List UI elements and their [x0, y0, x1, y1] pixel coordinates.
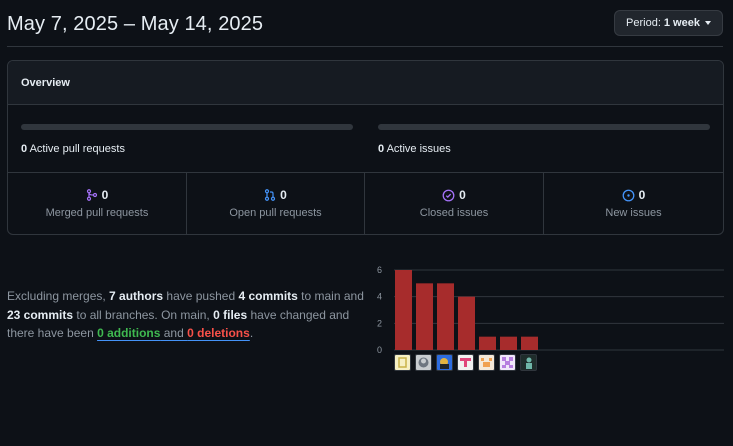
y-tick-label: 2 [377, 318, 382, 328]
files-count: 0 files [213, 307, 248, 322]
active-issues-link[interactable]: 0 Active issues [378, 143, 451, 155]
date-range-title: May 7, 2025 – May 14, 2025 [7, 13, 264, 35]
commit-bar[interactable] [395, 270, 412, 350]
author-avatar[interactable] [457, 354, 474, 371]
author-avatar[interactable] [478, 354, 495, 371]
commit-bar[interactable] [437, 283, 454, 350]
commit-bar[interactable] [479, 336, 496, 350]
author-avatar[interactable] [415, 354, 432, 371]
commits-bar-chart: 0 2 4 6 [377, 265, 724, 354]
stat-new-issues[interactable]: 0 New issues [544, 173, 723, 234]
active-summary: 0 Active pull requests 0 Active issues [8, 105, 723, 173]
merge-icon [86, 189, 98, 201]
pulse-page: May 7, 2025 – May 14, 2025 Period: 1 wee… [0, 0, 733, 446]
closed-issue-icon [442, 189, 455, 202]
author-avatar[interactable] [394, 354, 411, 371]
commit-bar[interactable] [416, 283, 433, 350]
commit-bar[interactable] [500, 336, 517, 350]
stat-open-pull-requests[interactable]: 0 Open pull requests [187, 173, 365, 234]
commit-summary: Excluding merges, 7 authors have pushed … [7, 289, 364, 340]
chevron-down-icon [704, 21, 711, 25]
commits-main-count: 4 commits [238, 289, 298, 303]
author-avatar[interactable] [520, 354, 537, 371]
period-value: 1 week [663, 17, 700, 29]
authors-count: 7 authors [109, 289, 164, 303]
overview-panel: Overview 0 Active pull requests 0 Active… [7, 60, 724, 235]
commits-all-count: 23 commits [7, 307, 74, 322]
pull-request-icon [264, 189, 276, 201]
commits-by-author-chart: 0 2 4 6 [372, 262, 724, 377]
commit-bar[interactable] [458, 296, 475, 350]
overview-stats: 0 Merged pull requests 0 Open pull reque… [8, 173, 723, 234]
y-tick-label: 6 [377, 265, 382, 275]
period-select-button[interactable]: Period: 1 week [614, 10, 723, 36]
active-issues-bar [378, 124, 710, 130]
active-pull-requests-bar [21, 124, 353, 130]
stat-closed-issues[interactable]: 0 Closed issues [365, 173, 544, 234]
stat-merged-pull-requests[interactable]: 0 Merged pull requests [8, 173, 187, 234]
y-tick-label: 0 [377, 345, 382, 354]
additions-link[interactable]: 0 additions and 0 deletions [97, 326, 250, 340]
active-pull-requests-link[interactable]: 0 Active pull requests [21, 143, 125, 155]
y-tick-label: 4 [377, 292, 382, 302]
overview-title: Overview [8, 61, 723, 105]
page-header: May 7, 2025 – May 14, 2025 Period: 1 wee… [7, 10, 723, 47]
issue-opened-icon [622, 189, 635, 202]
commit-bar[interactable] [521, 336, 538, 350]
author-avatar[interactable] [499, 354, 516, 371]
period-label: Period: [626, 17, 661, 29]
author-avatar[interactable] [436, 354, 453, 371]
